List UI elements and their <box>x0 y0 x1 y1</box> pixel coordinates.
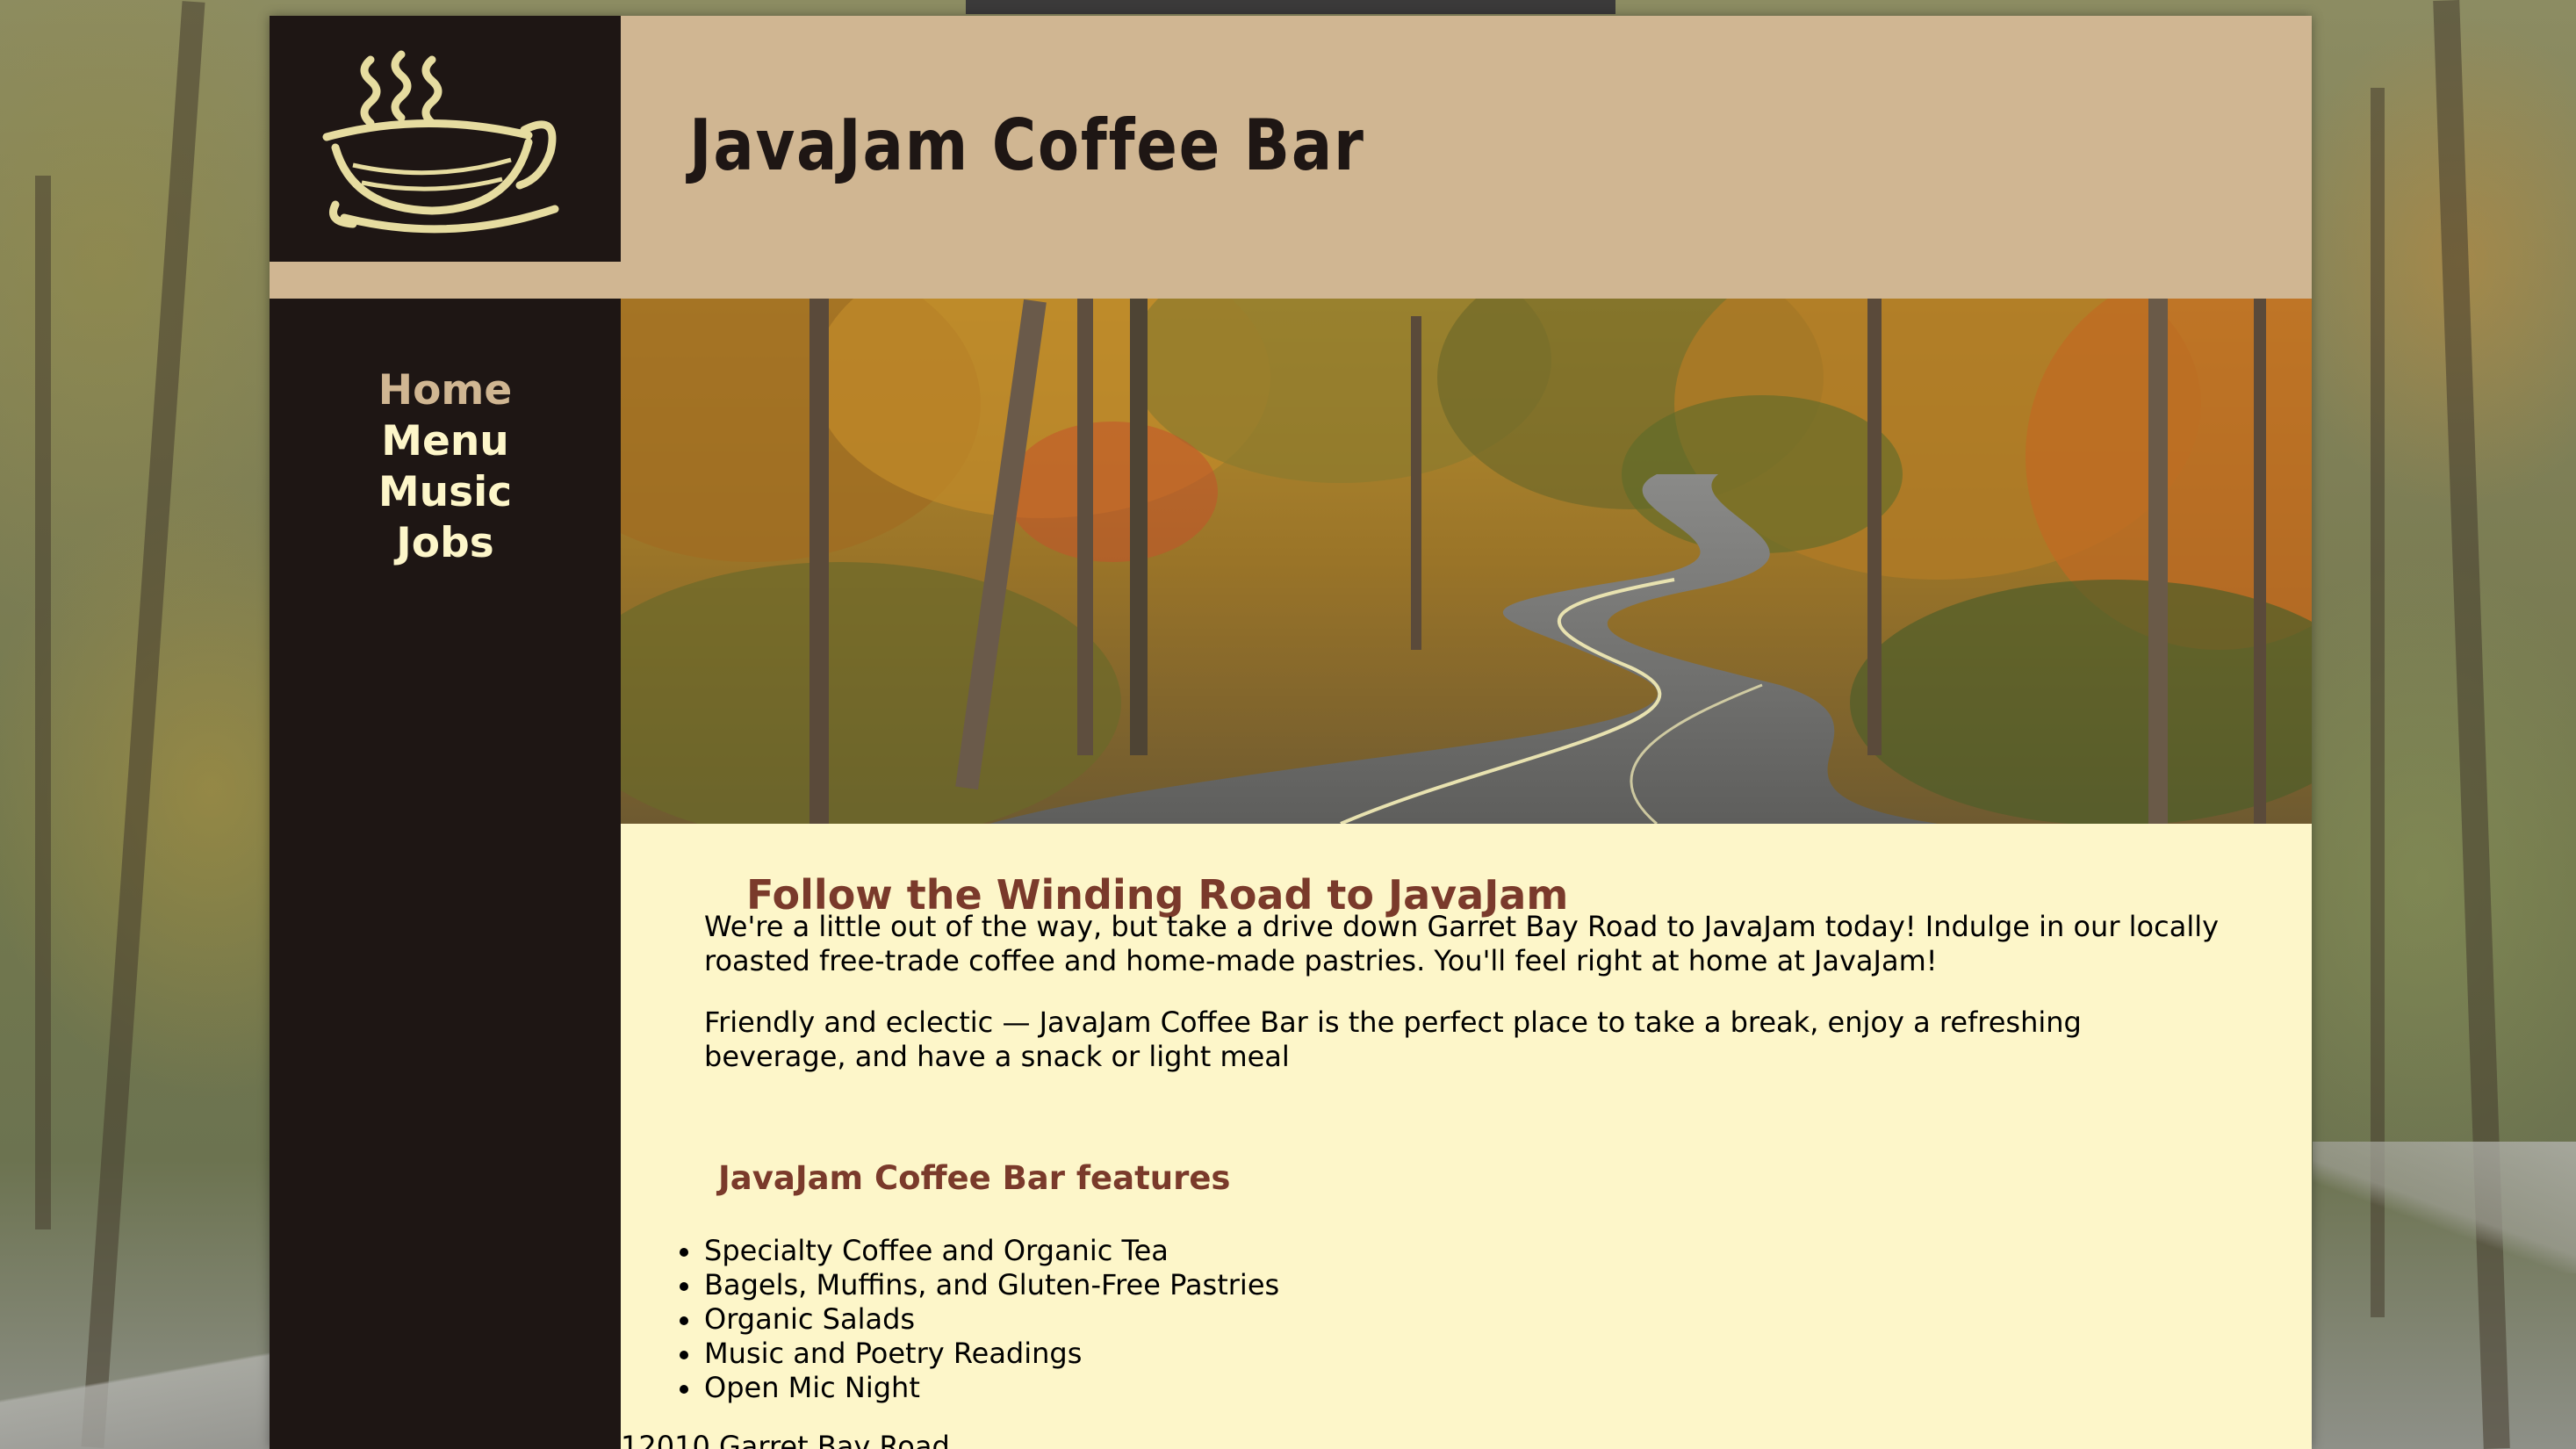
nav-link-jobs[interactable]: Jobs <box>396 519 493 567</box>
background-tree-trunk <box>35 176 51 1229</box>
browser-top-bar <box>966 0 1615 14</box>
steaming-coffee-cup-icon <box>322 50 559 234</box>
description-paragraph: Friendly and eclectic — JavaJam Coffee B… <box>704 1006 2082 1073</box>
main-nav: Home Menu Music Jobs <box>270 299 621 1449</box>
nav-link-home[interactable]: Home <box>378 366 512 415</box>
list-item: Specialty Coffee and Organic Tea <box>679 1234 1279 1268</box>
nav-link-menu[interactable]: Menu <box>381 417 509 465</box>
site-title: JavaJam Coffee Bar <box>689 105 1365 186</box>
nav-item-music[interactable]: Music <box>270 467 621 518</box>
background-road <box>2313 1142 2576 1273</box>
list-item: Music and Poetry Readings <box>679 1337 1279 1371</box>
logo[interactable] <box>270 16 621 262</box>
intro-paragraph: We're a little out of the way, but take … <box>704 910 2220 977</box>
page-wrapper: JavaJam Coffee Bar Home Menu Music Jobs <box>270 16 2312 1449</box>
nav-item-menu[interactable]: Menu <box>270 416 621 467</box>
features-heading: JavaJam Coffee Bar features <box>718 1159 1231 1197</box>
nav-link-music[interactable]: Music <box>378 468 512 516</box>
background-tree-trunk <box>81 1 205 1448</box>
main-content: Follow the Winding Road to JavaJam We're… <box>621 824 2312 1449</box>
site-header: JavaJam Coffee Bar <box>270 16 2312 299</box>
hero-illustration <box>621 299 2312 824</box>
features-list: Specialty Coffee and Organic Tea Bagels,… <box>679 1234 1280 1405</box>
nav-item-jobs[interactable]: Jobs <box>270 518 621 569</box>
list-item: Open Mic Night <box>679 1371 1279 1405</box>
nav-item-home[interactable]: Home <box>270 365 621 416</box>
list-item: Bagels, Muffins, and Gluten-Free Pastrie… <box>679 1268 1280 1301</box>
address: 12010 Garret Bay Road <box>621 1430 950 1449</box>
background-tree-trunk <box>2371 88 2385 1317</box>
nav-list: Home Menu Music Jobs <box>270 365 621 569</box>
background-road <box>0 1335 272 1449</box>
list-item: Organic Salads <box>679 1302 1279 1337</box>
winding-road-forest-image <box>621 299 2312 824</box>
